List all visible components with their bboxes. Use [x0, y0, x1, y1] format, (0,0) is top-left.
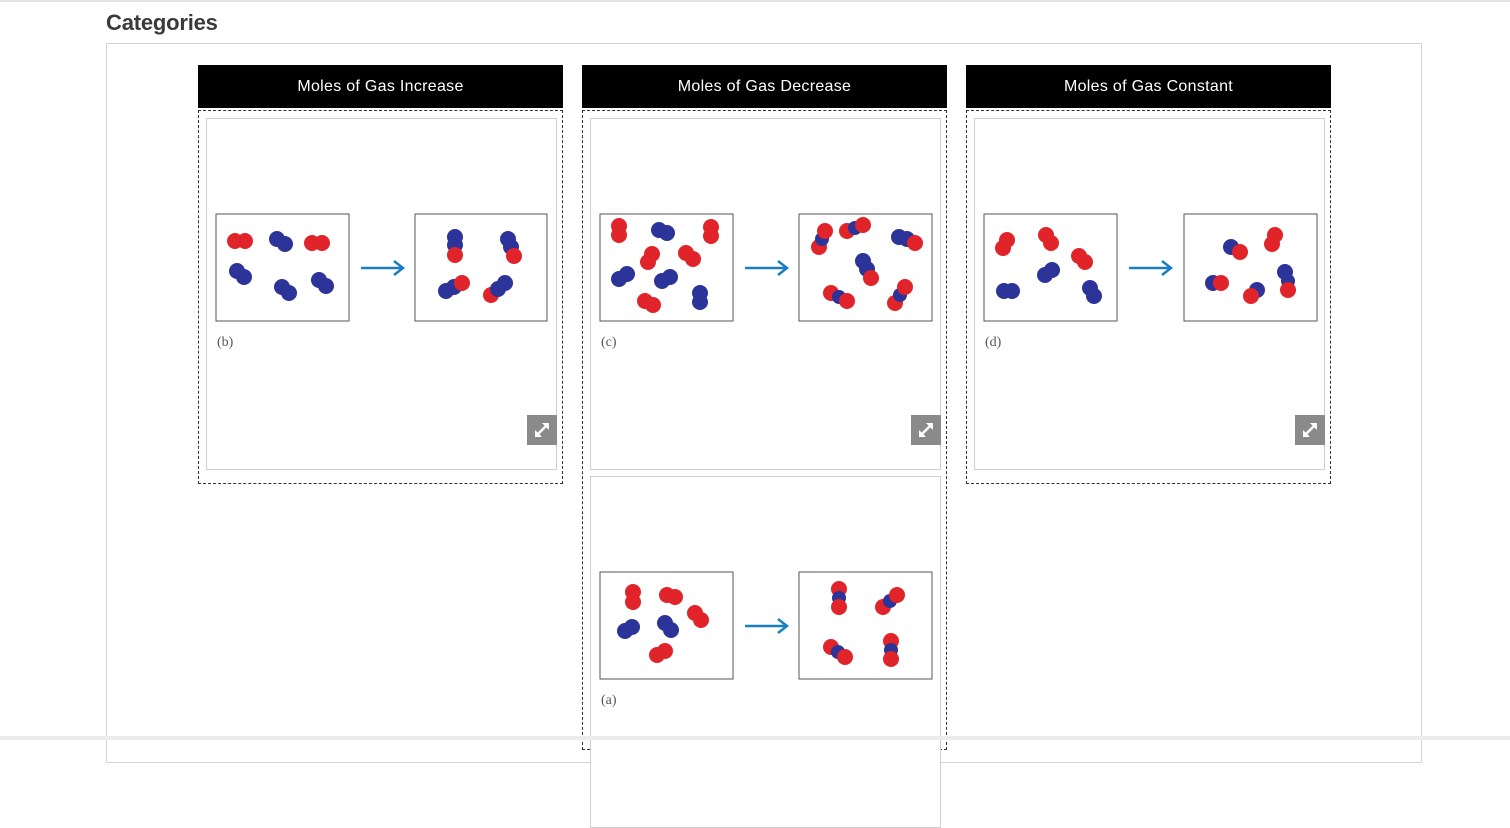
reaction-card-b[interactable]: (b) [206, 118, 557, 470]
page-title: Categories [106, 10, 218, 35]
category-header: Moles of Gas Constant [966, 65, 1331, 108]
expand-button[interactable] [911, 415, 941, 445]
reaction-diagram [215, 213, 548, 322]
figure-label: (d) [985, 335, 1002, 350]
category-header: Moles of Gas Increase [198, 65, 563, 108]
category-moles-increase: Moles of Gas Increase (b) [198, 65, 563, 484]
reaction-card-d[interactable]: (d) [974, 118, 1325, 470]
category-moles-decrease: Moles of Gas Decrease (c) (a) [582, 65, 947, 828]
drop-zone[interactable]: (d) [966, 110, 1331, 484]
reaction-card-a[interactable]: (a) [590, 476, 941, 828]
figure-label: (b) [217, 335, 234, 350]
reaction-card-c[interactable]: (c) [590, 118, 941, 470]
expand-icon [919, 423, 933, 437]
figure-label: (c) [601, 335, 617, 350]
molecule-no2 [447, 229, 463, 263]
figure-label: (a) [601, 693, 617, 708]
expand-button[interactable] [1295, 415, 1325, 445]
molecule-o2 [304, 235, 330, 251]
top-divider [0, 0, 1510, 2]
expand-icon [1303, 423, 1317, 437]
expand-icon [535, 423, 549, 437]
category-moles-constant: Moles of Gas Constant (d) [966, 65, 1331, 484]
drop-zone[interactable]: (c) (a) [582, 110, 947, 828]
reaction-diagram [983, 213, 1318, 322]
reaction-diagram [599, 213, 933, 322]
drop-zone[interactable]: (b) [198, 110, 563, 484]
bottom-divider [0, 736, 1510, 740]
reaction-diagram [599, 571, 933, 680]
molecule-o2 [227, 233, 253, 249]
expand-button[interactable] [527, 415, 557, 445]
category-header: Moles of Gas Decrease [582, 65, 947, 108]
